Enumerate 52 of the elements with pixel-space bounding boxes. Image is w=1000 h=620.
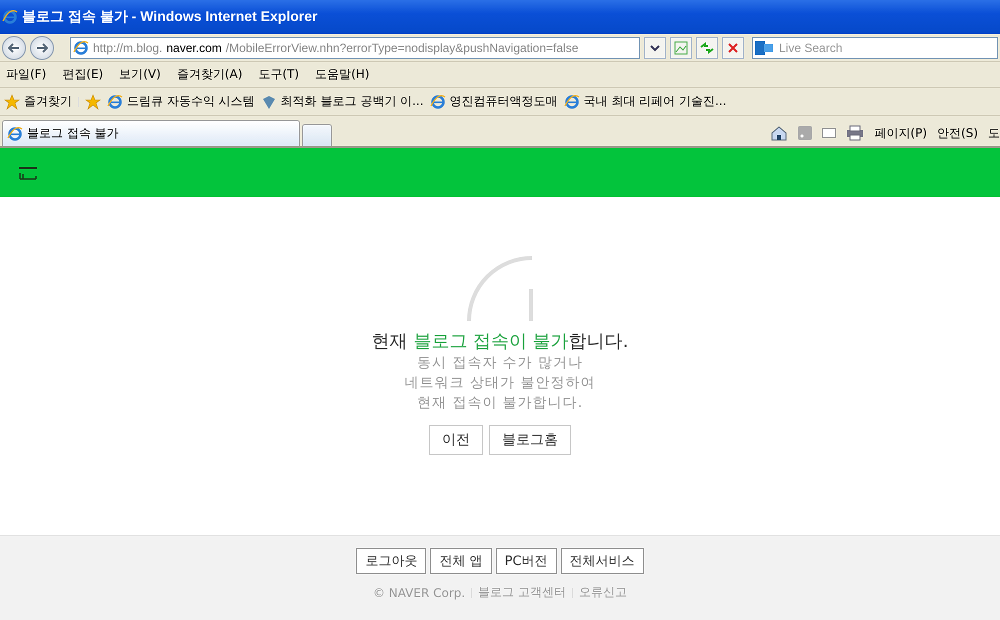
nav-button[interactable]: 블로그홈 [489, 425, 571, 455]
close-icon [727, 42, 739, 54]
back-button[interactable] [2, 36, 26, 60]
footer-button[interactable]: 전체서비스 [560, 548, 644, 574]
favorites-button[interactable]: 즐겨찾기 [4, 93, 72, 110]
refresh-icon [700, 40, 714, 54]
window-title: 블로그 접속 불가 - Windows Internet Explorer [22, 8, 318, 26]
footer-button[interactable]: PC버전 [496, 548, 557, 574]
browser-logo-icon [2, 9, 18, 25]
back-arrow-icon [8, 42, 20, 52]
footer-button[interactable]: 전체 앱 [430, 548, 492, 574]
add-favorite-icon [85, 94, 101, 110]
picture-icon [674, 40, 688, 54]
caret-icon [650, 44, 660, 52]
forward-arrow-icon [36, 42, 48, 52]
favorite-link[interactable]: 영진컴퓨터액정도매 [430, 93, 558, 110]
menu-item[interactable]: 파일(F) [6, 66, 46, 83]
menu-item[interactable]: 도움말(H) [315, 66, 370, 83]
command-menu[interactable]: 도 [988, 124, 1000, 142]
footer-button[interactable]: 로그아웃 [356, 548, 426, 574]
command-menu[interactable]: 안전(S) [937, 124, 978, 142]
page-icon [430, 94, 446, 110]
search-box[interactable]: Live Search [752, 36, 998, 58]
favorite-link[interactable]: 최적화 블로그 공백기 이... [260, 93, 424, 110]
error-message-line: 동시 접속자 수가 많거나 [416, 354, 584, 373]
page-icon [564, 94, 580, 110]
menu-item[interactable]: 보기(V) [119, 66, 161, 83]
error-headline: 현재 블로그 접속이 불가합니다. [372, 330, 628, 353]
stop-button[interactable] [722, 36, 744, 58]
menu-icon[interactable] [18, 166, 38, 180]
home-icon[interactable] [770, 125, 788, 141]
error-message-line: 네트워크 상태가 불안정하여 [404, 374, 596, 393]
nav-button[interactable]: 이전 [429, 425, 483, 455]
print-icon[interactable] [846, 125, 864, 141]
menu-item[interactable]: 편집(E) [62, 66, 104, 83]
address-field[interactable]: http://m.blog. naver.com /MobileErrorView.nhn?errorType=nodisplay&pushNavigation=false [70, 36, 640, 58]
page-icon [107, 94, 123, 110]
favorite-link[interactable]: 드림큐 자동수익 시스템 [107, 93, 255, 110]
star-icon [4, 94, 20, 110]
command-menu[interactable]: 페이지(P) [874, 124, 928, 142]
spinner-icon [466, 255, 534, 323]
mail-icon[interactable] [822, 128, 836, 138]
menu-item[interactable]: 도구(T) [258, 66, 300, 83]
browser-tab[interactable]: 블로그 접속 불가 [2, 120, 300, 146]
forward-button[interactable] [30, 36, 54, 60]
menu-item[interactable]: 즐겨찾기(A) [176, 66, 242, 83]
dropdown-button[interactable] [644, 36, 666, 58]
favorite-link[interactable]: 국내 최대 리페어 기술진... [564, 93, 726, 110]
page-icon [7, 126, 23, 142]
error-message-line: 현재 접속이 불가합니다. [416, 394, 584, 413]
page-icon [73, 40, 89, 56]
refresh-button[interactable] [696, 36, 718, 58]
